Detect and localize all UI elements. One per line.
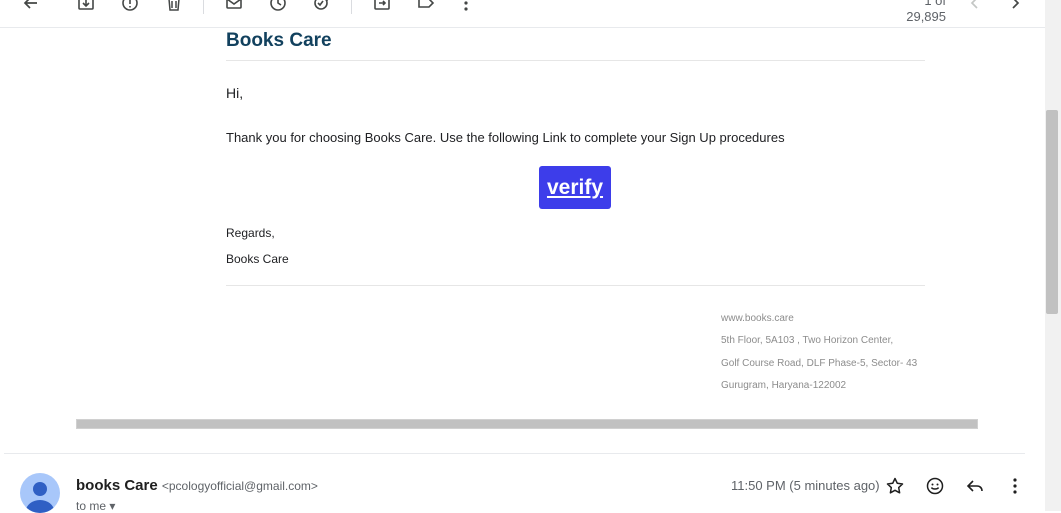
more-vert-icon[interactable] xyxy=(456,0,476,13)
sender-email: <pcologyofficial@gmail.com> xyxy=(161,479,318,493)
email-greeting: Hi, xyxy=(226,85,244,101)
star-icon[interactable] xyxy=(885,476,905,496)
delete-icon[interactable] xyxy=(164,0,184,13)
label-icon[interactable] xyxy=(416,0,436,13)
more-vert-icon[interactable] xyxy=(1005,476,1025,496)
footer-website[interactable]: www.books.care xyxy=(721,313,794,325)
email-brand-title: Books Care xyxy=(226,30,332,51)
sender-name[interactable]: books Care xyxy=(76,477,158,494)
footer-address-line-2: Golf Course Road, DLF Phase-5, Sector- 4… xyxy=(721,358,918,369)
email-regards: Regards, xyxy=(226,226,275,240)
email-header-divider xyxy=(226,60,925,61)
next-icon[interactable] xyxy=(1005,0,1025,13)
move-to-icon[interactable] xyxy=(372,0,392,13)
message-count: 1 of 29,895 xyxy=(906,0,946,24)
avatar-head-shape xyxy=(33,482,47,496)
email-body-text: Thank you for choosing Books Care. Use t… xyxy=(226,130,785,145)
avatar[interactable] xyxy=(20,473,60,513)
email-signoff: Books Care xyxy=(226,252,289,266)
avatar-body-shape xyxy=(26,500,54,513)
verify-button[interactable]: verify xyxy=(539,166,611,209)
message-divider xyxy=(4,453,1025,454)
snooze-icon[interactable] xyxy=(268,0,288,13)
toolbar-divider xyxy=(351,0,352,14)
email-footer-divider xyxy=(226,285,925,286)
sender-line: books Care <pcologyofficial@gmail.com> xyxy=(76,477,318,495)
archive-icon[interactable] xyxy=(76,0,96,13)
vertical-scrollbar-thumb[interactable] xyxy=(1046,110,1058,314)
reply-icon[interactable] xyxy=(965,476,985,496)
back-arrow-icon[interactable] xyxy=(21,0,41,13)
emoji-reaction-icon[interactable] xyxy=(925,476,945,496)
horizontal-scrollbar[interactable] xyxy=(76,419,978,429)
footer-address-line-3: Gurugram, Haryana-122002 xyxy=(721,380,847,391)
mark-unread-icon[interactable] xyxy=(224,0,244,13)
toolbar-divider xyxy=(203,0,204,14)
add-task-icon[interactable] xyxy=(312,0,332,13)
message-time: 11:50 PM (5 minutes ago) xyxy=(731,478,880,493)
footer-address-line-1: 5th Floor, 5A103 , Two Horizon Center, xyxy=(721,335,894,346)
prev-icon[interactable] xyxy=(965,0,985,13)
report-spam-icon[interactable] xyxy=(120,0,140,13)
message-toolbar: 1 of 29,895 xyxy=(0,0,1045,28)
